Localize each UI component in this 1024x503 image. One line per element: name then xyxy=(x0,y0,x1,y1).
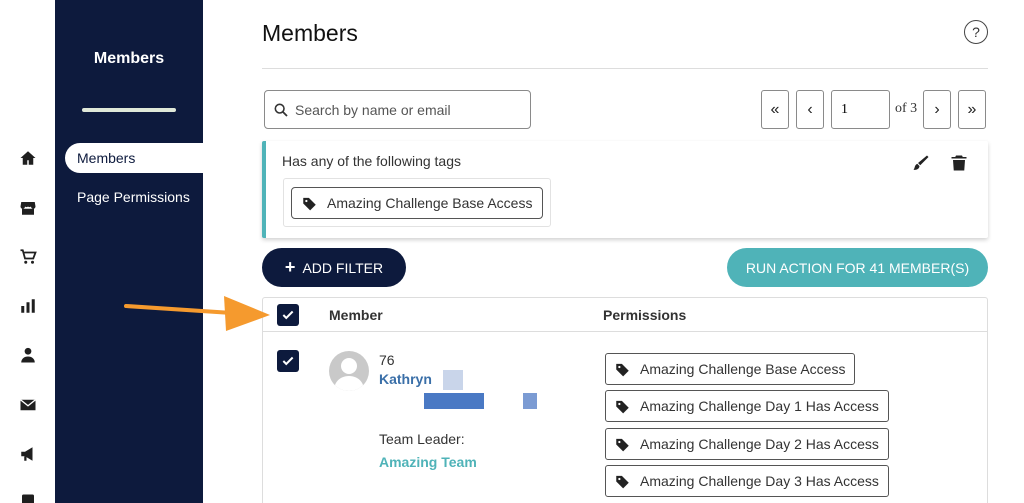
icon-rail xyxy=(0,0,55,503)
person-icon[interactable] xyxy=(18,345,38,365)
page-number-input[interactable] xyxy=(831,90,890,129)
team-leader-label: Team Leader: xyxy=(379,431,465,447)
check-icon xyxy=(282,356,294,366)
permission-label: Amazing Challenge Base Access xyxy=(640,361,846,377)
add-filter-button[interactable]: + ADD FILTER xyxy=(262,248,406,287)
members-table: Member Permissions 76 Kathryn Team Leade… xyxy=(262,297,988,503)
edit-brush-icon[interactable] xyxy=(912,154,930,172)
member-id: 76 xyxy=(379,352,395,368)
member-name-link[interactable]: Kathryn xyxy=(379,371,432,387)
cart-icon[interactable] xyxy=(18,247,38,267)
tag-chip-label: Amazing Challenge Base Access xyxy=(327,195,533,211)
store-icon[interactable] xyxy=(18,198,38,218)
permission-label: Amazing Challenge Day 1 Has Access xyxy=(640,398,879,414)
tag-icon xyxy=(616,400,629,413)
table-header: Member Permissions xyxy=(263,298,987,332)
permission-label: Amazing Challenge Day 3 Has Access xyxy=(640,473,879,489)
filter-card: Has any of the following tags Amazing Ch… xyxy=(262,141,988,238)
tag-icon xyxy=(616,363,629,376)
permission-tag[interactable]: Amazing Challenge Day 3 Has Access xyxy=(605,465,889,497)
prev-page-button[interactable]: ‹ xyxy=(796,90,824,129)
row-checkbox[interactable] xyxy=(277,350,299,372)
page-count: of 3 xyxy=(895,101,918,116)
annotation-arrow xyxy=(124,296,270,331)
first-page-button[interactable]: « xyxy=(761,90,789,129)
team-link[interactable]: Amazing Team xyxy=(379,454,477,470)
header-permissions: Permissions xyxy=(603,307,687,323)
run-action-button[interactable]: RUN ACTION FOR 41 MEMBER(S) xyxy=(727,248,988,287)
permission-tag[interactable]: Amazing Challenge Base Access xyxy=(605,353,856,385)
next-page-button[interactable]: › xyxy=(923,90,951,129)
header-member: Member xyxy=(329,307,383,323)
tag-icon xyxy=(616,438,629,451)
sidebar-title: Members xyxy=(93,50,165,67)
megaphone-icon[interactable] xyxy=(18,444,38,464)
last-page-button[interactable]: » xyxy=(958,90,986,129)
help-icon[interactable]: ? xyxy=(964,20,988,44)
check-icon xyxy=(282,310,294,320)
default-avatar-icon xyxy=(334,358,364,391)
sidebar-divider xyxy=(82,108,176,112)
home-icon[interactable] xyxy=(18,148,38,168)
permission-label: Amazing Challenge Day 2 Has Access xyxy=(640,436,879,452)
mail-icon[interactable] xyxy=(18,395,38,415)
book-icon[interactable] xyxy=(18,492,38,503)
redacted-block xyxy=(523,393,537,409)
tag-icon xyxy=(303,197,316,210)
search-input[interactable] xyxy=(295,101,515,118)
tag-icon xyxy=(616,475,629,488)
tag-selector[interactable]: Amazing Challenge Base Access xyxy=(283,178,551,227)
permission-tag[interactable]: Amazing Challenge Day 1 Has Access xyxy=(605,390,889,422)
header-divider xyxy=(262,68,988,69)
sidebar-item-page-permissions[interactable]: Page Permissions xyxy=(65,182,213,212)
permission-tag[interactable]: Amazing Challenge Day 2 Has Access xyxy=(605,428,889,460)
tag-chip[interactable]: Amazing Challenge Base Access xyxy=(291,187,544,219)
filter-label: Has any of the following tags xyxy=(282,153,461,169)
bar-chart-icon[interactable] xyxy=(18,296,38,316)
redacted-block xyxy=(443,370,463,390)
sidebar: Members Members Page Permissions xyxy=(55,0,213,503)
avatar xyxy=(329,351,369,391)
page-title: Members xyxy=(262,20,358,46)
add-filter-label: ADD FILTER xyxy=(302,259,384,276)
plus-icon: + xyxy=(284,257,296,277)
search-box xyxy=(264,90,531,129)
redacted-block xyxy=(424,393,484,409)
trash-icon[interactable] xyxy=(950,154,968,172)
sidebar-item-members[interactable]: Members xyxy=(65,143,213,173)
search-icon xyxy=(274,103,288,117)
select-all-checkbox[interactable] xyxy=(277,304,299,326)
